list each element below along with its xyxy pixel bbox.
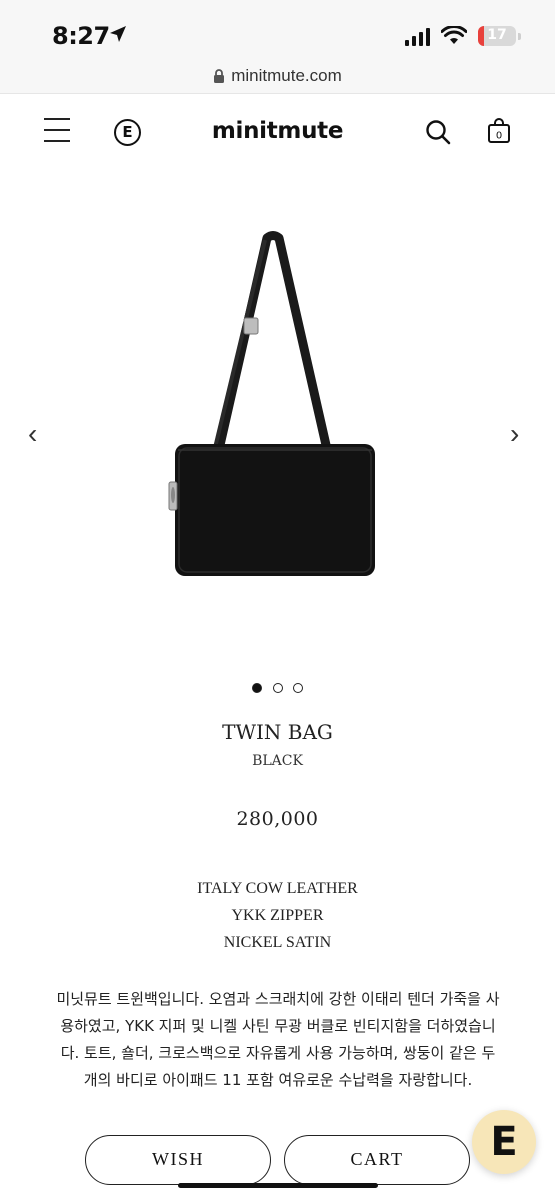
- status-time: 8:27: [52, 22, 110, 50]
- lock-icon: [214, 68, 225, 83]
- location-arrow-icon: [110, 26, 126, 42]
- e-chat-icon[interactable]: E: [472, 1110, 536, 1174]
- product-spec: YKK ZIPPER: [231, 907, 324, 924]
- url-bar[interactable]: minitmute.com: [0, 62, 555, 94]
- gallery-dot[interactable]: [272, 683, 283, 693]
- bag-count: 0: [496, 131, 502, 142]
- cart-button[interactable]: CART: [284, 1135, 470, 1185]
- gallery-dots: [0, 680, 555, 698]
- product-color: BLACK: [252, 753, 303, 769]
- site-header: E minitmute 0: [0, 94, 555, 170]
- url-text[interactable]: minitmute.com: [231, 66, 342, 86]
- product-spec: NICKEL SATIN: [223, 934, 332, 951]
- signal-icon: [405, 28, 430, 46]
- product-description: 미닛뮤트 트윈백입니다. 오염과 스크래치에 강한 이태리 텐더 가죽을 사 용…: [48, 986, 508, 1094]
- gallery-dot[interactable]: [292, 683, 303, 693]
- chevron-left-icon[interactable]: ‹: [28, 418, 37, 450]
- description-line: 다. 토트, 숄더, 크로스백으로 자유롭게 사용 가능하며, 쌍둥이 같은 두: [60, 1044, 496, 1062]
- description-line: 미닛뮤트 트윈백입니다. 오염과 스크래치에 강한 이태리 텐더 가죽을 사: [56, 990, 500, 1008]
- description-line: 용하였고, YKK 지퍼 및 니켈 사틴 무광 버클로 빈티지함을 더하였습니: [60, 1017, 496, 1035]
- product-image[interactable]: [0, 200, 555, 640]
- battery-icon: 17: [478, 26, 516, 46]
- status-bar: 8:27 17: [0, 0, 555, 62]
- home-indicator: [178, 1183, 378, 1188]
- wish-button[interactable]: WISH: [85, 1135, 271, 1185]
- gallery-dot[interactable]: [252, 683, 263, 693]
- wifi-icon: [441, 26, 467, 44]
- search-icon[interactable]: [425, 119, 451, 145]
- product-spec: ITALY COW LEATHER: [197, 880, 358, 897]
- shopping-bag-icon[interactable]: 0: [487, 118, 511, 149]
- description-line: 개의 바디로 아이패드 11 포함 여유로운 수납력을 자랑합니다.: [83, 1071, 473, 1089]
- product-price: 280,000: [236, 808, 319, 830]
- brand-logo[interactable]: minitmute: [0, 118, 555, 144]
- chevron-right-icon[interactable]: ›: [510, 418, 519, 450]
- product-name: TWIN BAG: [222, 720, 333, 744]
- battery-cap: [518, 33, 521, 40]
- battery-level: 17: [487, 27, 507, 43]
